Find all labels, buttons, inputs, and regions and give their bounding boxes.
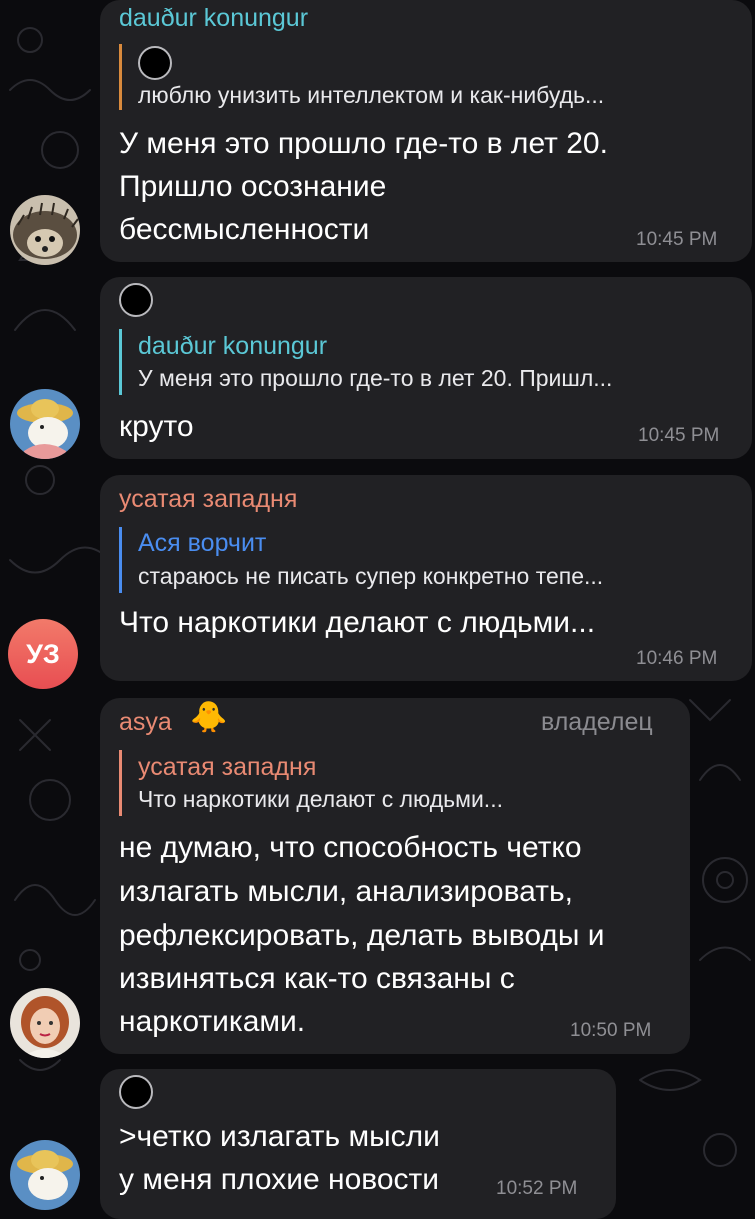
message-time: 10:50 PM xyxy=(570,1020,652,1041)
moomin-avatar[interactable] xyxy=(10,1140,80,1210)
sender-name[interactable]: усатая западня xyxy=(119,485,297,514)
owner-role-label: владелец xyxy=(541,708,653,736)
avatar-initials: УЗ xyxy=(26,638,60,669)
reply-avatar-icon xyxy=(119,1075,153,1109)
reply-sender: dauður konungur xyxy=(138,332,328,360)
message-bubble[interactable]: dauður konungur У меня это прошло где-то… xyxy=(100,277,752,459)
reply-sender: Ася ворчит xyxy=(138,529,267,557)
message-line: круто xyxy=(119,410,194,443)
message-bubble[interactable]: усатая западня Ася ворчит стараюсь не пи… xyxy=(100,475,752,681)
message-line: >четко излагать мысли xyxy=(119,1120,440,1153)
message-time: 10:46 PM xyxy=(636,648,718,669)
message-time: 10:52 PM xyxy=(496,1178,578,1199)
message-line: извиняться как-то связаны с xyxy=(119,962,515,995)
reply-quote[interactable]: люблю унизить интеллектом и как-нибудь..… xyxy=(119,44,739,110)
message-line: Что наркотики делают с людьми... xyxy=(119,606,596,639)
reply-quote[interactable]: dauður konungur У меня это прошло где-то… xyxy=(119,329,739,395)
girl-avatar[interactable] xyxy=(10,988,80,1058)
reply-text: Что наркотики делают с людьми... xyxy=(138,786,503,812)
reply-avatar-icon xyxy=(119,283,153,317)
message-line: У меня это прошло где-то в лет 20. xyxy=(119,127,608,160)
message-line: у меня плохие новости xyxy=(119,1163,440,1196)
message-time: 10:45 PM xyxy=(638,425,720,446)
message-line: не думаю, что способность четко xyxy=(119,831,582,864)
message-bubble[interactable]: dauður konungur люблю унизить интеллекто… xyxy=(100,0,752,262)
message-line: рефлексировать, делать выводы и xyxy=(119,919,605,952)
message-bubble[interactable]: asya 🐥 владелец усатая западня Что нарко… xyxy=(100,698,690,1054)
sender-name[interactable]: asya xyxy=(119,708,172,737)
reply-quote[interactable]: усатая западня Что наркотики делают с лю… xyxy=(119,750,679,816)
message-line: Пришло осознание xyxy=(119,170,387,203)
moomin-avatar[interactable] xyxy=(10,389,80,459)
message-bubble[interactable]: >четко излагать мысли у меня плохие ново… xyxy=(100,1069,616,1219)
reply-text: люблю унизить интеллектом и как-нибудь..… xyxy=(138,82,605,108)
message-line: бессмысленности xyxy=(119,213,370,246)
sender-name[interactable]: dauður konungur xyxy=(119,4,308,33)
reply-sender: усатая западня xyxy=(138,753,317,781)
message-time: 10:45 PM xyxy=(636,229,718,250)
hedgehog-avatar[interactable] xyxy=(10,195,80,265)
reply-quote[interactable]: Ася ворчит стараюсь не писать супер конк… xyxy=(119,527,739,593)
reply-text: У меня это прошло где-то в лет 20. Пришл… xyxy=(138,365,613,391)
duck-emoji-icon: 🐥 xyxy=(190,701,228,734)
reply-text: стараюсь не писать супер конкретно тепе.… xyxy=(138,563,604,589)
message-line: наркотиками. xyxy=(119,1005,306,1038)
message-line: излагать мысли, анализировать, xyxy=(119,875,573,908)
user-initials-avatar[interactable]: УЗ xyxy=(8,619,78,689)
